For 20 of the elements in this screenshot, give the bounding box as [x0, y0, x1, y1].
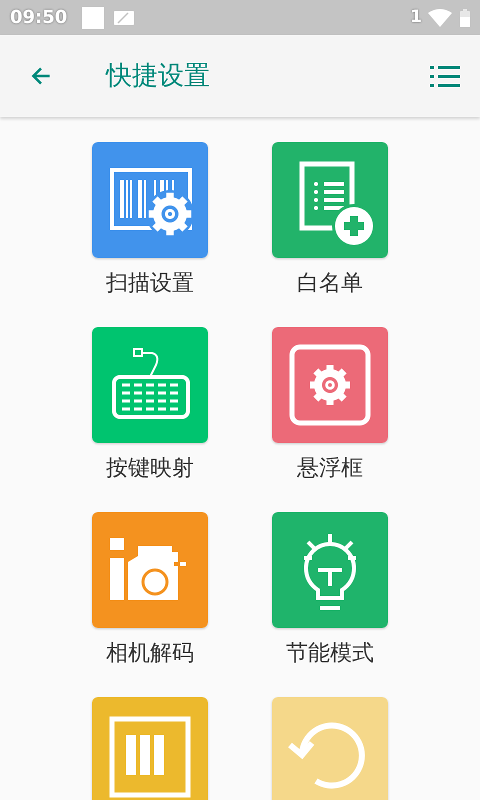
- shortcut-tile[interactable]: 相机解码: [60, 512, 240, 668]
- shortcut-tile[interactable]: 按键映射: [60, 327, 240, 483]
- shortcut-label: 节能模式: [286, 640, 374, 668]
- shortcut-label: 扫描设置: [106, 270, 194, 298]
- wifi-icon: [428, 8, 452, 26]
- shortcut-tile[interactable]: 扫描设置: [60, 142, 240, 298]
- shortcut-label: 按键映射: [106, 455, 194, 483]
- shortcut-label: 白名单: [297, 270, 363, 298]
- notification-icon: [82, 6, 104, 28]
- shortcut-label: 相机解码: [106, 640, 194, 668]
- image-notification-icon: [114, 10, 134, 24]
- page-title: 快捷设置: [106, 60, 210, 92]
- sim-number: 1: [410, 6, 422, 29]
- shortcut-tile[interactable]: 悬浮框: [240, 327, 420, 483]
- shortcut-tile[interactable]: 白名单: [240, 142, 420, 298]
- status-time: 09:50: [10, 6, 68, 30]
- list-icon: [430, 63, 460, 89]
- shortcut-label: 悬浮框: [297, 455, 363, 483]
- shortcut-tile[interactable]: 节能模式: [240, 512, 420, 668]
- battery-icon: [460, 8, 470, 26]
